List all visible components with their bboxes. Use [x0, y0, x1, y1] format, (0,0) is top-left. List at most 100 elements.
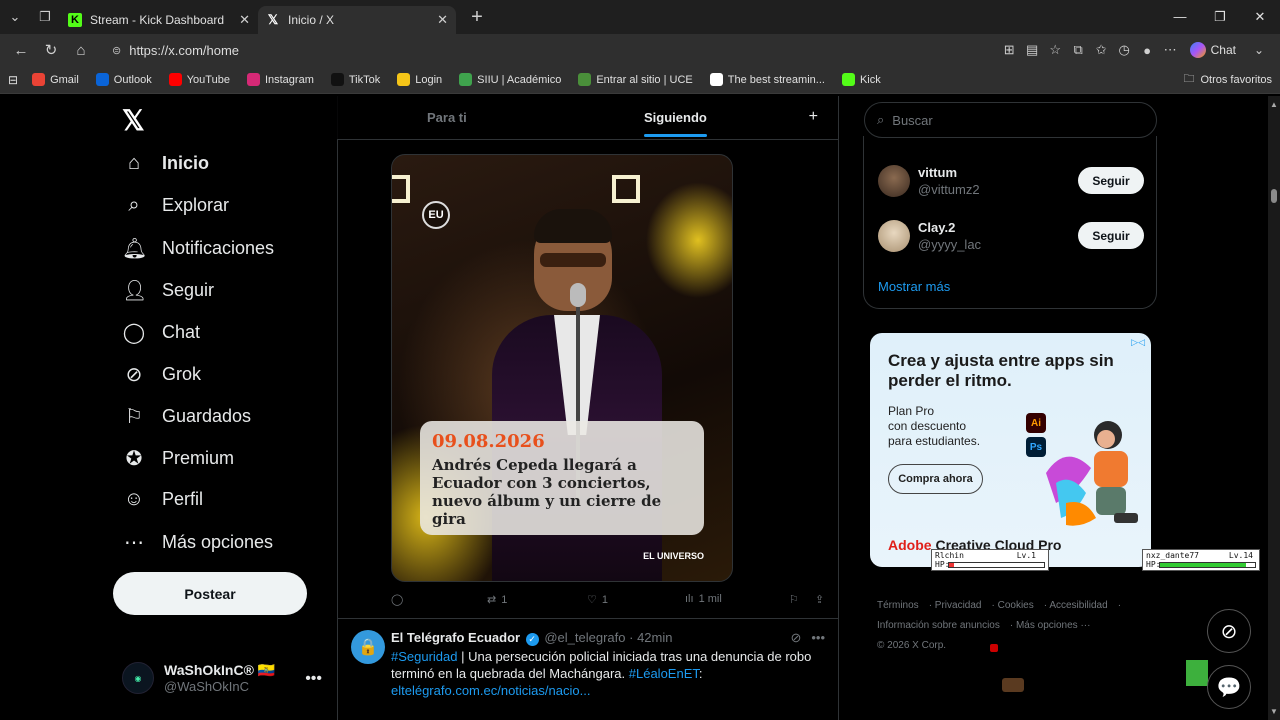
views-button[interactable]: ılı 1 mil [685, 593, 722, 605]
adobe-ad[interactable]: ▷◁ Crea y ajusta entre apps sin perder e… [870, 333, 1151, 567]
scrollbar-thumb[interactable] [1271, 189, 1277, 203]
bookmark-item[interactable]: Outlook [95, 73, 152, 86]
nav-item-grok[interactable]: ⊘ Grok [122, 362, 201, 387]
browser-tab-x[interactable]: 𝕏 Inicio / X ✕ [258, 6, 456, 34]
tweet-author-handle[interactable]: @el_telegrafo [544, 630, 625, 645]
nav-item-notificaciones[interactable]: 🔔︎ Notificaciones [122, 236, 274, 261]
nav-item-guardados[interactable]: ⚐ Guardados [122, 404, 251, 429]
tab-para-ti[interactable]: Para ti [427, 110, 467, 125]
avatar[interactable]: 🔒 [351, 630, 385, 664]
tweet-author-name[interactable]: El Telégrafo Ecuador [391, 630, 520, 645]
extensions-icon[interactable]: ⧉ [1067, 42, 1090, 58]
follow-button[interactable]: Seguir [1078, 167, 1144, 194]
home-browser-icon[interactable]: ⌂ [66, 42, 96, 59]
bookmark-item[interactable]: TikTok [330, 73, 380, 86]
footer-link[interactable]: Información sobre anuncios [877, 620, 1000, 631]
grok-floating-icon[interactable]: ⊘ [1207, 609, 1251, 653]
nav-item-perfil[interactable]: ☺ Perfil [122, 488, 203, 511]
ad-cta-button[interactable]: Compra ahora [888, 464, 983, 494]
share-icon[interactable]: ⇪ [815, 593, 824, 606]
bookmark-item[interactable]: SIIU | Académico [459, 73, 561, 86]
repost-icon: ⇄ [487, 594, 497, 606]
chat-label: Chat [1210, 43, 1236, 57]
follow-suggestion[interactable]: vittum @vittumz2 Seguir [878, 165, 1144, 201]
more-icon[interactable]: ••• [811, 630, 825, 646]
reader-icon[interactable]: ▤ [1021, 42, 1044, 58]
split-screen-icon[interactable]: ⊞ [998, 42, 1021, 58]
scroll-down-icon[interactable]: ▼ [1270, 707, 1278, 716]
avatar[interactable] [878, 220, 910, 252]
hashtag-link[interactable]: #LéaloEnET [629, 666, 699, 681]
new-tab-button[interactable]: + [462, 6, 492, 29]
footer-link[interactable]: Accesibilidad [1049, 600, 1107, 611]
tab-siguiendo[interactable]: Siguiendo [644, 110, 707, 137]
x-logo-icon[interactable]: 𝕏 [122, 104, 145, 137]
back-icon[interactable]: ← [6, 42, 36, 59]
bookmark-item[interactable]: Login [397, 73, 442, 86]
tab-list-chevron-icon[interactable]: ⌄ [0, 0, 30, 34]
follow-button[interactable]: Seguir [1078, 222, 1144, 249]
close-tab-icon[interactable]: ✕ [437, 12, 448, 28]
follow-suggestion[interactable]: Clay.2 @yyyy_lac Seguir [878, 220, 1144, 256]
maximize-icon[interactable]: ❐ [1200, 9, 1240, 25]
show-more-link[interactable]: Mostrar más [878, 279, 950, 294]
nav-item-seguir[interactable]: 👤︎ Seguir [122, 278, 214, 303]
bookmark-item[interactable]: Instagram [246, 73, 314, 86]
bookmarks-toggle-icon[interactable]: ⊟ [8, 73, 18, 87]
tweet-media-image[interactable]: EU 09.08.2026 Andrés Cepeda llegará a Ec… [391, 154, 733, 582]
like-button[interactable]: ♡ 1 [587, 593, 608, 607]
other-favorites[interactable]: 🗀 Otros favoritos [1183, 70, 1272, 89]
bookmark-item[interactable]: The best streamin... [709, 73, 825, 86]
hashtag-link[interactable]: #Seguridad [391, 649, 458, 664]
bookmark-item[interactable]: YouTube [168, 73, 230, 86]
copilot-chat-button[interactable]: Chat [1189, 42, 1236, 58]
sidebar-chevron-icon[interactable]: ⌄ [1244, 43, 1274, 57]
footer-link[interactable]: Términos [877, 600, 919, 611]
hp-fill [1160, 563, 1246, 567]
page-scrollbar[interactable]: ▲ ▼ [1268, 96, 1280, 720]
nav-item-premium[interactable]: ✪ Premium [122, 446, 234, 471]
workspaces-icon[interactable]: ❐ [30, 0, 60, 34]
scroll-up-icon[interactable]: ▲ [1270, 100, 1278, 109]
site-info-icon[interactable]: ⊜ [112, 44, 121, 57]
favorites-icon[interactable]: ✩ [1090, 42, 1113, 58]
account-switcher[interactable]: ◉ WaShOkInC® 🇪🇨 @WaShOkInC ••• [122, 662, 332, 694]
nav-item-chat[interactable]: ◯ Chat [122, 320, 200, 345]
url-field[interactable]: ⊜ https://x.com/home [102, 37, 992, 63]
history-icon[interactable]: ◷ [1113, 42, 1136, 58]
browser-tab-kick[interactable]: K Stream - Kick Dashboard ✕ [60, 6, 258, 34]
bookmark-item[interactable]: Gmail [32, 73, 79, 86]
more-icon[interactable]: ••• [305, 670, 322, 688]
reply-icon[interactable]: ◯ [391, 593, 403, 606]
ad-choices-icon[interactable]: ▷◁ [1131, 337, 1145, 348]
nav-item-explorar[interactable]: ⌕ Explorar [122, 194, 229, 217]
bookmark-icon: ⚐ [125, 406, 143, 428]
instagram-icon [246, 73, 260, 86]
favorite-star-icon[interactable]: ☆ [1044, 42, 1067, 58]
messages-floating-icon[interactable]: 💬 [1207, 665, 1251, 709]
footer-link[interactable]: Cookies [998, 600, 1034, 611]
footer-link[interactable]: Más opciones ··· [1016, 620, 1090, 631]
footer-link[interactable]: Privacidad [935, 600, 982, 611]
more-menu-icon[interactable]: ⋯ [1159, 42, 1182, 58]
add-tab-icon[interactable]: + [809, 108, 818, 126]
repost-button[interactable]: ⇄ 1 [487, 593, 507, 607]
search-input[interactable]: ⌕ Buscar [864, 102, 1157, 138]
close-tab-icon[interactable]: ✕ [239, 12, 250, 28]
bookmark-icon[interactable]: ⚐ [789, 593, 799, 606]
bookmark-item[interactable]: Entrar al sitio | UCE [578, 73, 693, 86]
suggestion-name[interactable]: Clay.2 [918, 220, 955, 235]
bookmark-item[interactable]: Kick [841, 73, 881, 86]
article-link[interactable]: eltelégrafo.com.ec/noticias/nacio... [391, 683, 590, 698]
nav-item-inicio[interactable]: ⌂ Inicio [122, 152, 209, 175]
grok-icon[interactable]: ⊘ [790, 630, 801, 646]
tweet-time[interactable]: 42min [637, 630, 672, 645]
profile-avatar-icon[interactable]: ● [1136, 43, 1159, 58]
minimize-icon[interactable]: — [1160, 9, 1200, 25]
suggestion-name[interactable]: vittum [918, 165, 957, 180]
avatar[interactable] [878, 165, 910, 197]
nav-item-m-s-opciones[interactable]: ⋯ Más opciones [122, 530, 273, 555]
reload-icon[interactable]: ↻ [36, 41, 66, 59]
close-window-icon[interactable]: ✕ [1240, 9, 1280, 25]
post-button[interactable]: Postear [113, 572, 307, 615]
